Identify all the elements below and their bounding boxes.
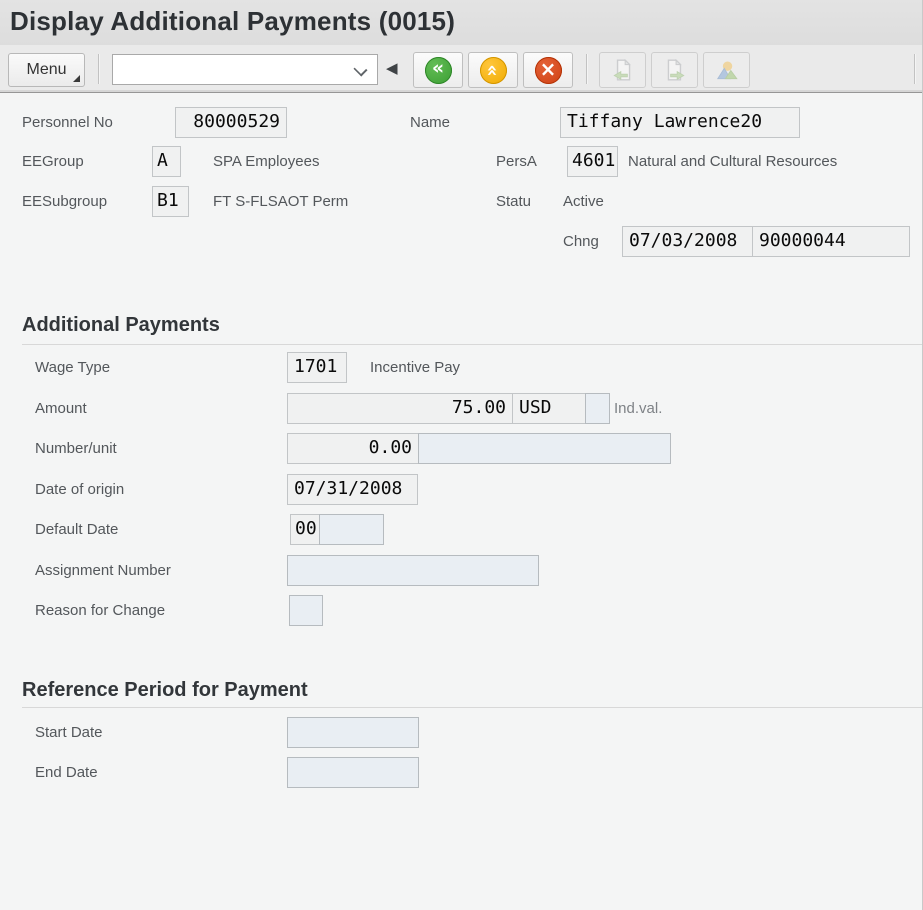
toolbar-separator (914, 54, 915, 84)
end-date-field[interactable] (287, 757, 419, 788)
toolbar: Menu ◀ « « × (0, 45, 922, 93)
end-date-label: End Date (35, 764, 98, 781)
wage-type-text: Incentive Pay (370, 359, 460, 376)
cancel-button[interactable]: × (523, 52, 573, 88)
currency-field[interactable]: USD (512, 393, 586, 424)
pers-a-label: PersA (496, 153, 537, 170)
previous-record-button[interactable] (599, 52, 646, 88)
name-field[interactable]: Tiffany Lawrence20 (560, 107, 800, 138)
name-label: Name (410, 114, 450, 131)
page-title: Display Additional Payments (0015) (10, 6, 455, 37)
ee-group-field[interactable]: A (152, 146, 181, 177)
wage-type-field[interactable]: 1701 (287, 352, 347, 383)
unit-field[interactable] (418, 433, 671, 464)
toolbar-separator (586, 54, 587, 84)
back-icon: « (425, 57, 452, 84)
amount-label: Amount (35, 400, 87, 417)
number-field[interactable]: 0.00 (287, 433, 419, 464)
page-arrow-left-icon (611, 58, 635, 82)
date-of-origin-label: Date of origin (35, 481, 124, 498)
reference-period-heading: Reference Period for Payment (22, 679, 308, 702)
exit-button[interactable]: « (468, 52, 518, 88)
cancel-glyph: × (540, 59, 557, 79)
pers-a-text: Natural and Cultural Resources (628, 153, 837, 170)
overview-button[interactable] (703, 52, 750, 88)
default-date-field[interactable]: 00 (290, 514, 320, 545)
ee-subgroup-text: FT S-FLSAOT Perm (213, 193, 348, 210)
number-unit-label: Number/unit (35, 440, 117, 457)
menu-button[interactable]: Menu (8, 53, 85, 87)
toolbar-separator (98, 54, 99, 84)
status-label: Statu (496, 193, 531, 210)
chevron-down-icon[interactable] (353, 62, 367, 76)
next-record-button[interactable] (651, 52, 698, 88)
mountains-sun-icon (715, 58, 739, 82)
personnel-no-field[interactable]: 80000529 (175, 107, 287, 138)
exit-glyph: « (483, 64, 502, 76)
ee-group-label: EEGroup (22, 153, 84, 170)
pers-a-field[interactable]: 4601 (567, 146, 618, 177)
start-date-field[interactable] (287, 717, 419, 748)
chng-date-field[interactable]: 07/03/2008 (622, 226, 753, 257)
sap-window: Display Additional Payments (0015) Menu … (0, 0, 923, 910)
history-back-icon[interactable]: ◀ (386, 59, 398, 77)
ee-subgroup-label: EESubgroup (22, 193, 107, 210)
indirect-valuation-field[interactable] (585, 393, 610, 424)
start-date-label: Start Date (35, 724, 103, 741)
section-divider (22, 344, 923, 345)
assignment-number-field[interactable] (287, 555, 539, 586)
chng-by-field[interactable]: 90000044 (752, 226, 910, 257)
ee-subgroup-field[interactable]: B1 (152, 186, 189, 217)
section-divider (22, 707, 923, 708)
chng-label: Chng (563, 233, 599, 250)
ind-val-label: Ind.val. (614, 400, 662, 417)
cancel-icon: × (535, 57, 562, 84)
command-input[interactable] (117, 57, 351, 83)
additional-payments-heading: Additional Payments (22, 314, 220, 337)
ee-group-text: SPA Employees (213, 153, 319, 170)
amount-field[interactable]: 75.00 (287, 393, 513, 424)
page-arrow-right-icon (663, 58, 687, 82)
menu-dropdown-indicator-icon (73, 75, 80, 82)
wage-type-label: Wage Type (35, 359, 110, 376)
default-date-extra-field[interactable] (319, 514, 384, 545)
command-combobox[interactable] (112, 54, 378, 85)
titlebar: Display Additional Payments (0015) (0, 0, 922, 45)
back-glyph: « (432, 59, 444, 78)
status-value: Active (563, 193, 604, 210)
reason-for-change-field[interactable] (289, 595, 323, 626)
back-button[interactable]: « (413, 52, 463, 88)
personnel-no-label: Personnel No (22, 114, 113, 131)
date-of-origin-field[interactable]: 07/31/2008 (287, 474, 418, 505)
menu-button-label: Menu (26, 61, 66, 78)
exit-icon: « (480, 57, 507, 84)
reason-for-change-label: Reason for Change (35, 602, 165, 619)
assignment-number-label: Assignment Number (35, 562, 171, 579)
default-date-label: Default Date (35, 521, 118, 538)
